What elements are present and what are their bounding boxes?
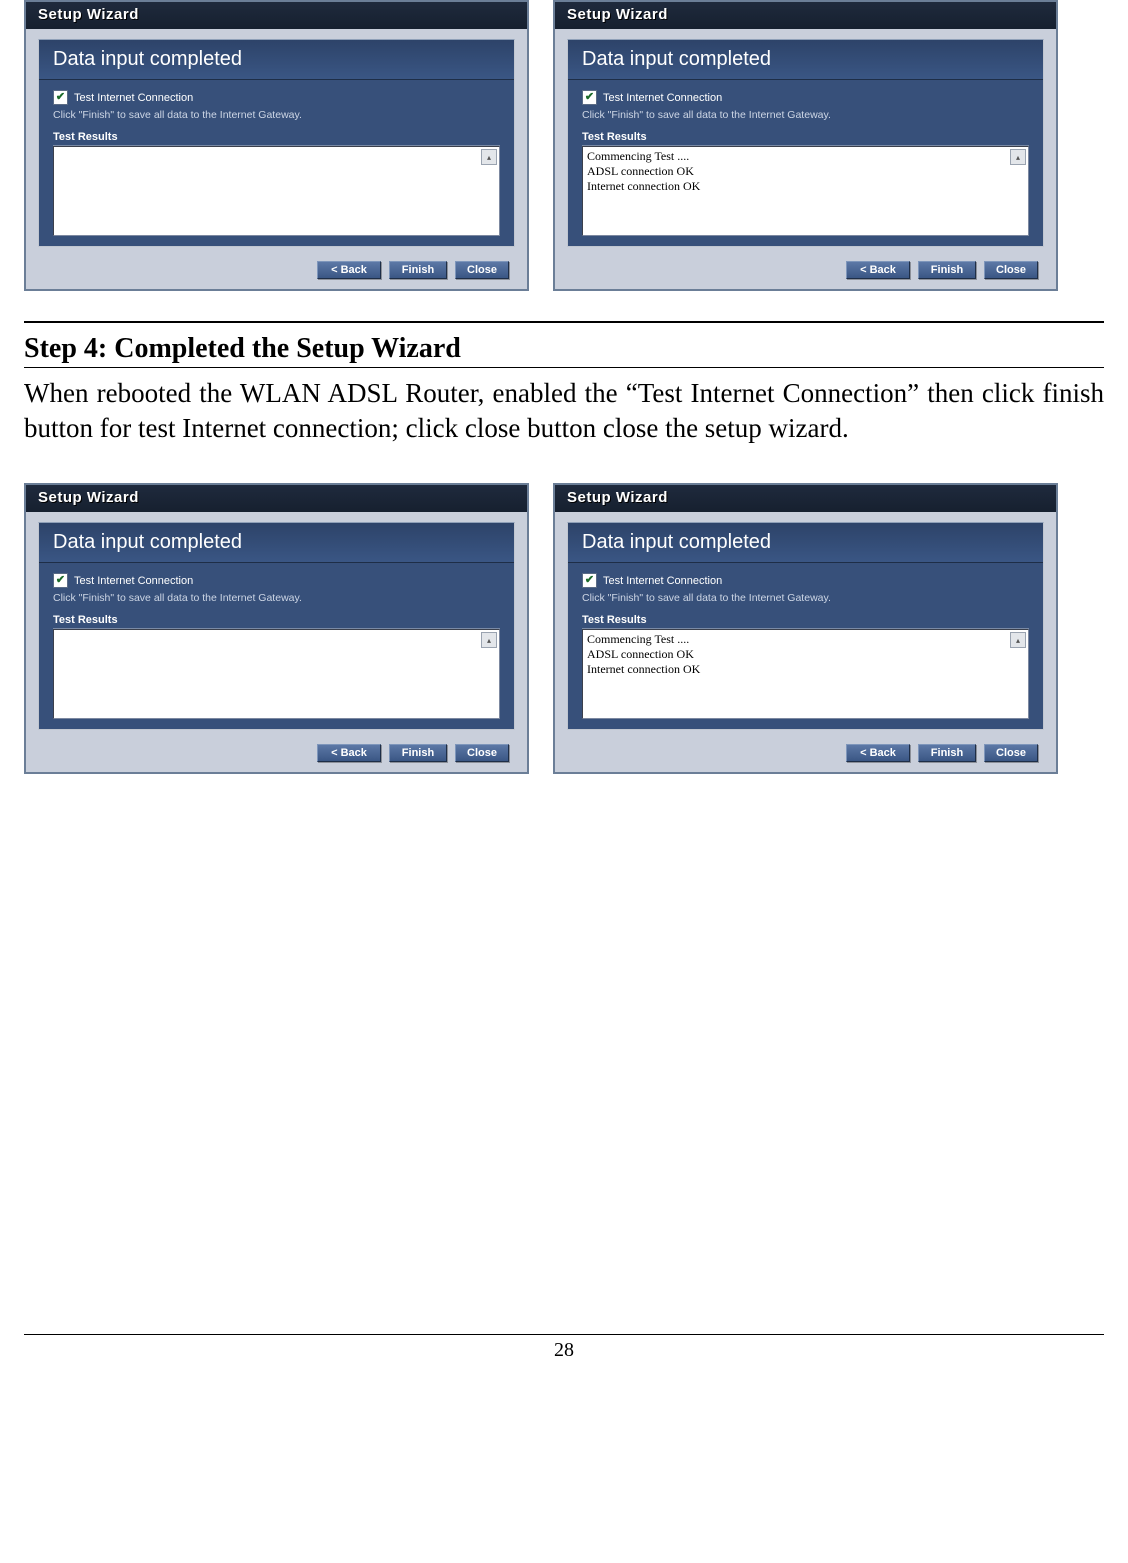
test-connection-label: Test Internet Connection [603,92,722,104]
back-button[interactable]: < Back [317,261,381,279]
page-number: 28 [24,1335,1104,1374]
instruction-text: Click "Finish" to save all data to the I… [582,592,1029,604]
wizard-panel-top-right: Setup Wizard Data input completed ✔ Test… [553,0,1058,291]
back-button[interactable]: < Back [846,744,910,762]
close-button[interactable]: Close [455,744,509,762]
panel-header: Data input completed [39,523,514,563]
body-text: When rebooted the WLAN ADSL Router, enab… [24,376,1104,445]
finish-button[interactable]: Finish [918,744,976,762]
scroll-up-icon[interactable]: ▴ [481,632,497,648]
test-connection-checkbox[interactable]: ✔ [582,90,597,105]
close-button[interactable]: Close [455,261,509,279]
close-button[interactable]: Close [984,261,1038,279]
back-button[interactable]: < Back [317,744,381,762]
scroll-up-icon[interactable]: ▴ [481,149,497,165]
test-connection-checkbox[interactable]: ✔ [53,573,68,588]
finish-button[interactable]: Finish [389,744,447,762]
wizard-panel-top-left: Setup Wizard Data input completed ✔ Test… [24,0,529,291]
step-title: Step 4: Completed the Setup Wizard [24,333,1104,365]
scroll-up-icon[interactable]: ▴ [1010,149,1026,165]
test-results-label: Test Results [582,614,1029,629]
test-connection-label: Test Internet Connection [603,575,722,587]
scroll-up-icon[interactable]: ▴ [1010,632,1026,648]
bottom-panel-row: Setup Wizard Data input completed ✔ Test… [24,483,1104,774]
wizard-title-bar: Setup Wizard [26,485,527,512]
wizard-panel-bottom-right: Setup Wizard Data input completed ✔ Test… [553,483,1058,774]
test-results-label: Test Results [53,131,500,146]
test-connection-label: Test Internet Connection [74,92,193,104]
wizard-panel-bottom-left: Setup Wizard Data input completed ✔ Test… [24,483,529,774]
test-results-textarea[interactable]: Commencing Test .... ADSL connection OK … [582,146,1029,236]
top-panel-row: Setup Wizard Data input completed ✔ Test… [24,0,1104,291]
finish-button[interactable]: Finish [918,261,976,279]
wizard-title-bar: Setup Wizard [555,485,1056,512]
instruction-text: Click "Finish" to save all data to the I… [53,592,500,604]
panel-header: Data input completed [568,523,1043,563]
test-results-textarea[interactable]: ▴ [53,629,500,719]
test-connection-checkbox[interactable]: ✔ [53,90,68,105]
test-results-label: Test Results [582,131,1029,146]
close-button[interactable]: Close [984,744,1038,762]
test-connection-label: Test Internet Connection [74,575,193,587]
finish-button[interactable]: Finish [389,261,447,279]
divider [24,321,1104,323]
divider [24,367,1104,368]
test-results-textarea[interactable]: ▴ [53,146,500,236]
panel-header: Data input completed [39,40,514,80]
instruction-text: Click "Finish" to save all data to the I… [582,109,1029,121]
panel-header: Data input completed [568,40,1043,80]
test-connection-checkbox[interactable]: ✔ [582,573,597,588]
wizard-title-bar: Setup Wizard [26,2,527,29]
test-results-label: Test Results [53,614,500,629]
instruction-text: Click "Finish" to save all data to the I… [53,109,500,121]
back-button[interactable]: < Back [846,261,910,279]
test-results-textarea[interactable]: Commencing Test .... ADSL connection OK … [582,629,1029,719]
wizard-title-bar: Setup Wizard [555,2,1056,29]
